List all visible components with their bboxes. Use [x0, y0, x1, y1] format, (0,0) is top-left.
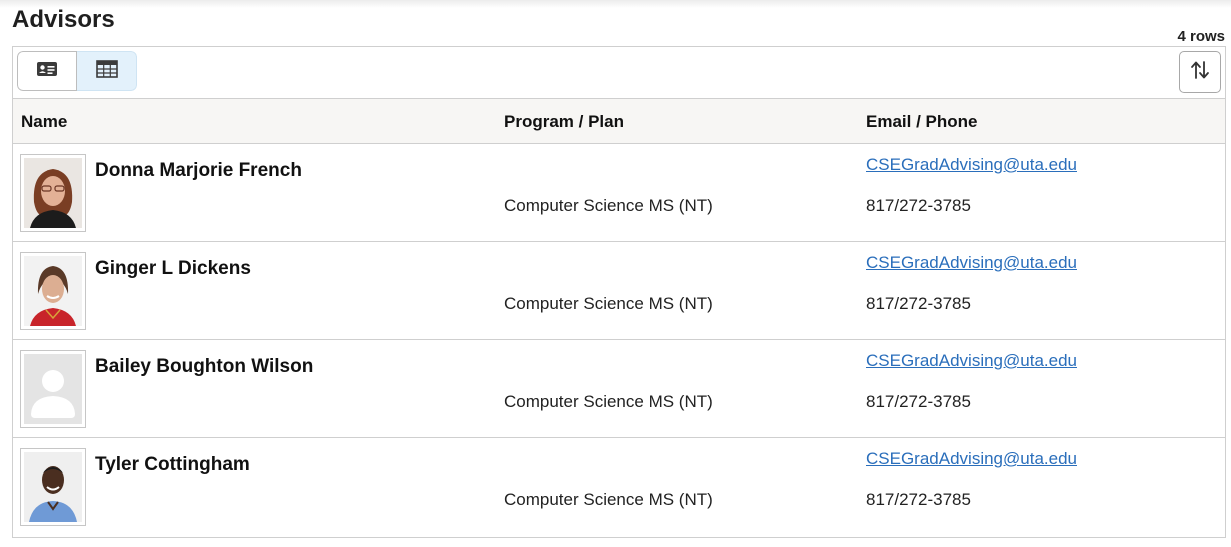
program-plan: Computer Science MS (NT): [504, 392, 713, 411]
grid-view-icon: [95, 59, 118, 83]
advisor-photo: [20, 154, 86, 232]
page-title: Advisors: [12, 6, 115, 33]
sort-arrows-icon: [1189, 59, 1211, 86]
view-toggle: [17, 51, 137, 91]
column-header-program[interactable]: Program / Plan: [504, 112, 624, 132]
email-link[interactable]: CSEGradAdvising@uta.edu: [866, 155, 1077, 175]
column-header-name[interactable]: Name: [21, 112, 67, 132]
sort-button[interactable]: [1179, 51, 1221, 93]
email-link[interactable]: CSEGradAdvising@uta.edu: [866, 351, 1077, 371]
phone-number: 817/272-3785: [866, 392, 971, 411]
table-row[interactable]: Donna Marjorie French Computer Science M…: [13, 144, 1225, 242]
card-view-button[interactable]: [17, 51, 77, 91]
table-row[interactable]: Ginger L Dickens Computer Science MS (NT…: [13, 242, 1225, 340]
phone-number: 817/272-3785: [866, 490, 971, 509]
table-row[interactable]: Tyler Cottingham Computer Science MS (NT…: [13, 438, 1225, 536]
table-row[interactable]: Bailey Boughton Wilson Computer Science …: [13, 340, 1225, 438]
email-link[interactable]: CSEGradAdvising@uta.edu: [866, 253, 1077, 273]
advisor-name: Donna Marjorie French: [95, 160, 302, 181]
row-count: 4 rows: [1177, 28, 1225, 45]
program-plan: Computer Science MS (NT): [504, 196, 713, 215]
contact-card-icon: [36, 61, 58, 82]
advisor-name: Ginger L Dickens: [95, 258, 251, 279]
advisor-name: Bailey Boughton Wilson: [95, 356, 314, 377]
advisor-photo: [20, 448, 86, 526]
advisor-photo: [20, 252, 86, 330]
top-shade: [0, 0, 1231, 8]
phone-number: 817/272-3785: [866, 294, 971, 313]
advisor-name: Tyler Cottingham: [95, 454, 250, 475]
program-plan: Computer Science MS (NT): [504, 490, 713, 509]
advisor-photo-placeholder: [20, 350, 86, 428]
grid-toolbar: [13, 47, 1225, 99]
advisors-grid: Name Program / Plan Email / Phone Donna …: [12, 46, 1226, 538]
program-plan: Computer Science MS (NT): [504, 294, 713, 313]
email-link[interactable]: CSEGradAdvising@uta.edu: [866, 449, 1077, 469]
column-header-contact[interactable]: Email / Phone: [866, 112, 977, 132]
grid-view-button[interactable]: [77, 51, 137, 91]
phone-number: 817/272-3785: [866, 196, 971, 215]
table-header: Name Program / Plan Email / Phone: [13, 98, 1225, 144]
